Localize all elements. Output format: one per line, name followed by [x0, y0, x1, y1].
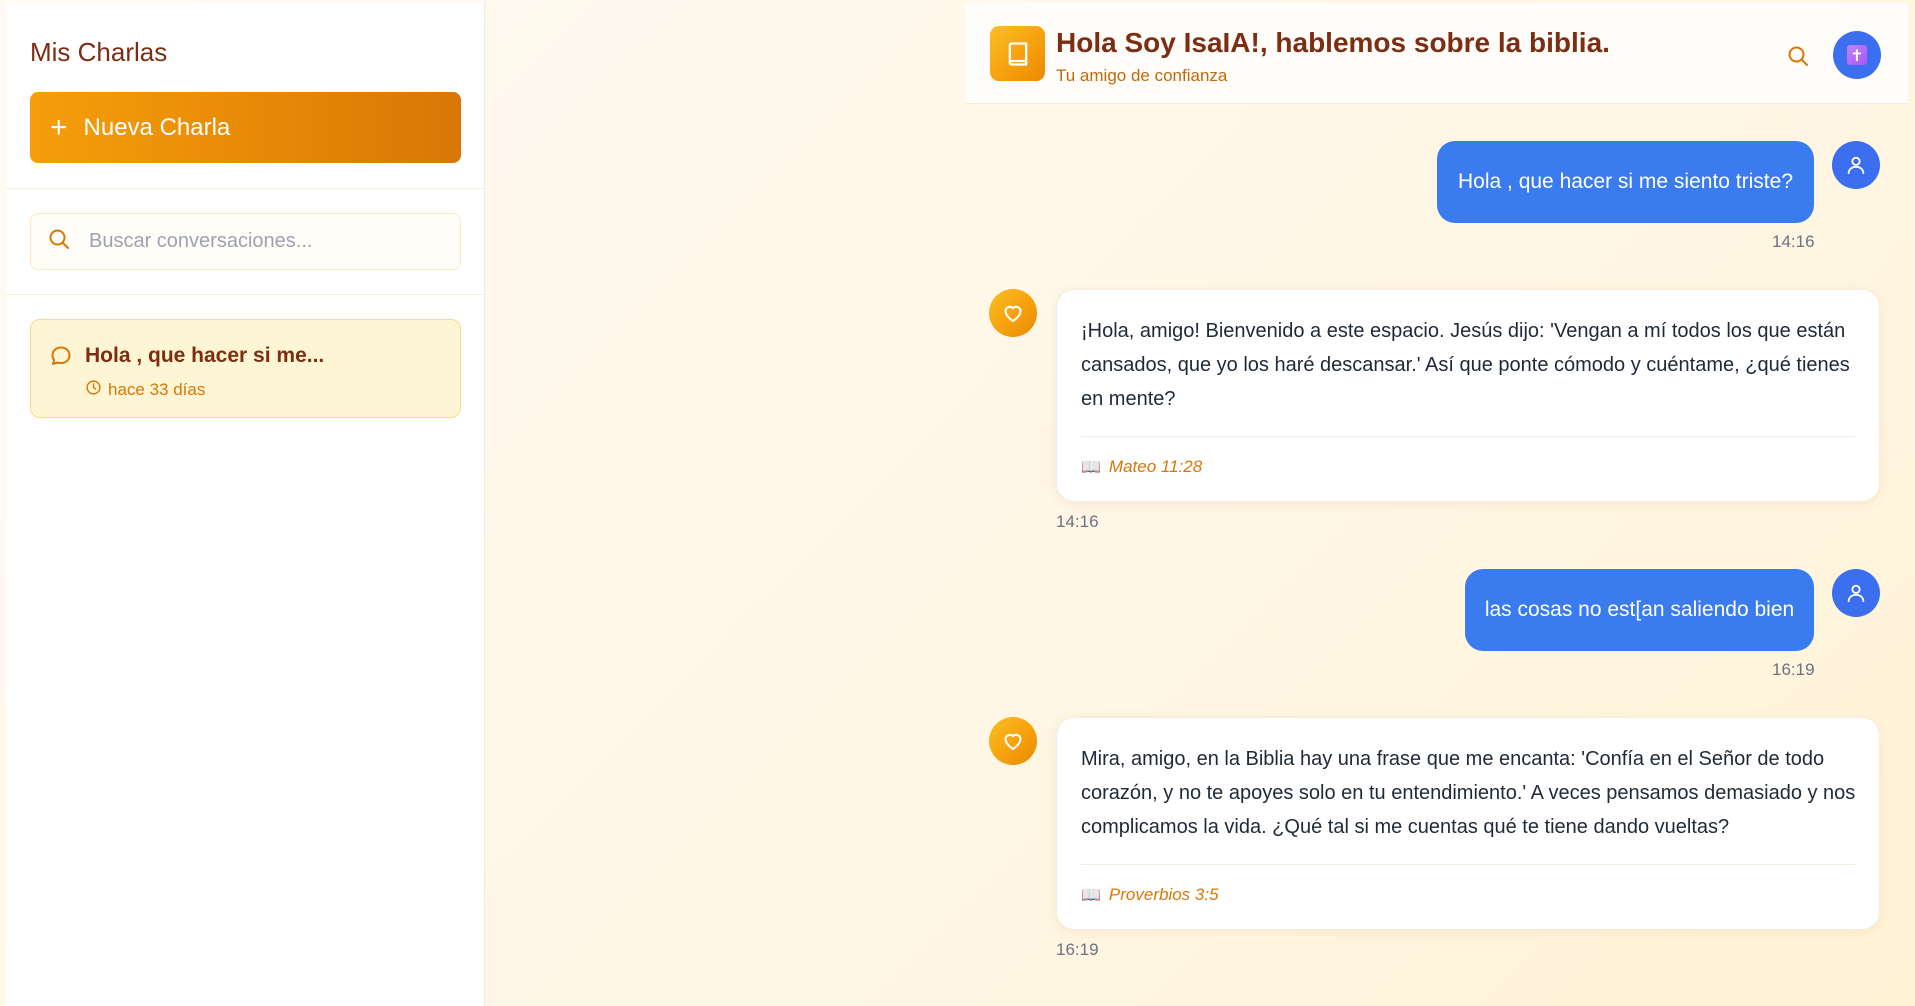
sidebar-title: Mis Charlas	[30, 37, 168, 67]
user-message: las cosas no est[an saliendo bien	[1465, 569, 1814, 651]
scripture-reference[interactable]: 📖 Mateo 11:28	[1081, 457, 1202, 477]
bot-message: ¡Hola, amigo! Bienvenido a este espacio.…	[1056, 289, 1880, 502]
cross-icon: ✝	[1847, 45, 1867, 65]
user-icon	[1847, 584, 1865, 603]
conversation-item[interactable]: Hola , que hacer si me... hace 33 días	[30, 319, 461, 418]
message-text: Mira, amigo, en la Biblia hay una frase …	[1081, 748, 1856, 838]
message-time: 16:19	[1772, 660, 1815, 679]
bot-message: Mira, amigo, en la Biblia hay una frase …	[1056, 717, 1880, 930]
chat-bubble-icon	[49, 344, 73, 373]
clock-icon	[85, 379, 102, 401]
user-icon	[1847, 156, 1865, 175]
new-chat-button[interactable]: + Nueva Charla	[30, 92, 461, 163]
user-avatar	[1832, 141, 1880, 189]
reference-text: Proverbios 3:5	[1108, 885, 1219, 904]
sidebar: Mis Charlas + Nueva Charla Hola , que ha…	[6, 3, 485, 1006]
conversation-search[interactable]	[30, 213, 461, 270]
user-avatar	[1832, 569, 1880, 617]
search-icon	[47, 227, 71, 256]
divider	[6, 188, 485, 189]
divider	[1081, 864, 1855, 865]
profile-avatar[interactable]: ✝	[1833, 31, 1881, 79]
heart-icon	[1004, 305, 1022, 322]
message-time: 14:16	[1772, 232, 1815, 251]
message-time: 16:19	[1056, 940, 1099, 959]
message-text: Hola , que hacer si me siento triste?	[1458, 170, 1793, 193]
conversation-meta: hace 33 días	[85, 379, 205, 401]
message-time: 14:16	[1056, 512, 1099, 531]
heart-icon	[1004, 733, 1022, 750]
search-input[interactable]	[89, 230, 439, 253]
divider	[1081, 436, 1855, 437]
user-message: Hola , que hacer si me siento triste?	[1437, 141, 1814, 223]
bot-avatar	[989, 717, 1037, 765]
message-text: las cosas no est[an saliendo bien	[1484, 598, 1795, 621]
bot-avatar	[989, 289, 1037, 337]
chat-subtitle: Tu amigo de confianza	[1056, 66, 1228, 85]
message-text: ¡Hola, amigo! Bienvenido a este espacio.…	[1081, 320, 1850, 410]
chat-header: Hola Soy IsaIA!, hablemos sobre la bibli…	[965, 3, 1908, 104]
chat-title: Hola Soy IsaIA!, hablemos sobre la bibli…	[1056, 27, 1610, 58]
search-icon[interactable]	[1783, 41, 1813, 71]
plus-icon: +	[50, 110, 68, 144]
reference-text: Mateo 11:28	[1108, 457, 1203, 476]
open-book-icon: 📖	[1081, 459, 1101, 476]
conversation-time: hace 33 días	[108, 380, 206, 399]
divider	[6, 294, 485, 295]
scripture-reference[interactable]: 📖 Proverbios 3:5	[1081, 885, 1219, 905]
open-book-icon: 📖	[1081, 887, 1101, 904]
new-chat-label: Nueva Charla	[83, 113, 231, 141]
book-icon	[990, 26, 1045, 81]
conversation-title: Hola , que hacer si me...	[85, 344, 325, 367]
